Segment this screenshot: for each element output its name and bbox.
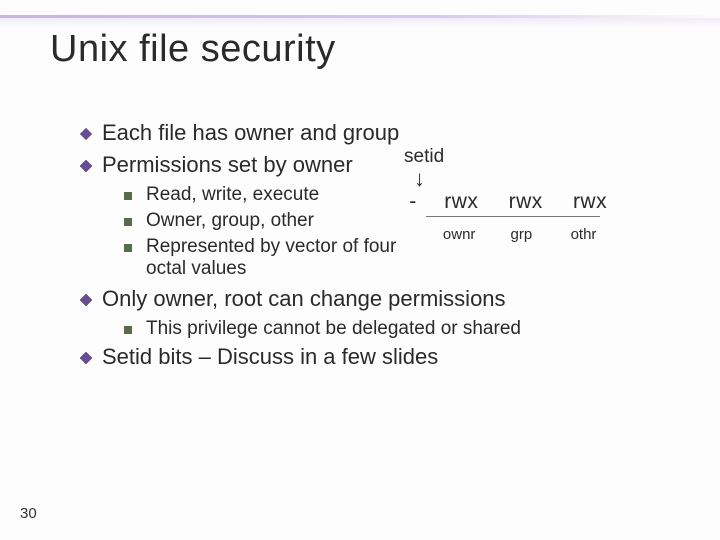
bullet-text: Only owner, root can change permissions xyxy=(102,286,506,312)
perm-dash: - xyxy=(400,190,426,214)
setid-label: setid xyxy=(404,146,619,168)
bullet-level1: Only owner, root can change permissions xyxy=(80,286,690,312)
square-icon xyxy=(124,244,132,252)
bullet-text: Setid bits – Discuss in a few slides xyxy=(102,344,438,370)
bullet-level1: Setid bits – Discuss in a few slides xyxy=(80,344,690,370)
square-icon xyxy=(124,192,132,200)
square-icon xyxy=(124,326,132,334)
permission-labels: ownr grp othr xyxy=(400,226,619,243)
arrow-down-icon: ↓ xyxy=(414,172,619,186)
label-group: grp xyxy=(492,226,550,243)
bullet-text: Each file has owner and group xyxy=(102,120,399,146)
perm-other-bits: rwx xyxy=(561,190,619,214)
sublist: This privilege cannot be delegated or sh… xyxy=(124,318,690,340)
bullet-text: Owner, group, other xyxy=(146,210,314,232)
slide: Unix file security Each file has owner a… xyxy=(0,0,720,540)
bullet-text: This privilege cannot be delegated or sh… xyxy=(146,318,521,340)
diamond-icon xyxy=(80,294,92,306)
diamond-icon xyxy=(80,352,92,364)
square-icon xyxy=(124,218,132,226)
permission-string: - rwx rwx rwx xyxy=(400,190,619,214)
label-other: othr xyxy=(555,226,613,243)
bullet-text: Permissions set by owner xyxy=(102,152,353,178)
permission-diagram: setid ↓ - rwx rwx rwx ownr grp othr xyxy=(400,146,619,243)
label-owner: ownr xyxy=(430,226,488,243)
bullet-text: Read, write, execute xyxy=(146,184,319,206)
perm-group-bits: rwx xyxy=(497,190,555,214)
page-number: 30 xyxy=(20,505,37,522)
bullet-level2: This privilege cannot be delegated or sh… xyxy=(124,318,690,340)
diamond-icon xyxy=(80,160,92,172)
bullet-level1: Each file has owner and group xyxy=(80,120,690,146)
slide-title: Unix file security xyxy=(50,28,336,71)
perm-owner-bits: rwx xyxy=(432,190,490,214)
brace-row xyxy=(400,214,619,222)
bullet-text: Represented by vector of four octal valu… xyxy=(146,236,406,280)
diamond-icon xyxy=(80,128,92,140)
title-decoration-shadow xyxy=(0,18,720,28)
